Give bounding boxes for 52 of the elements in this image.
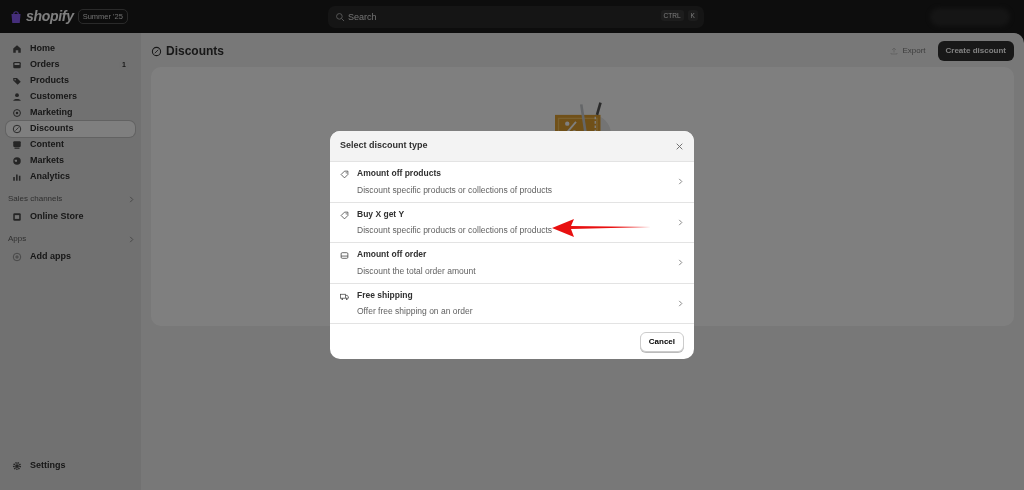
- nav-item[interactable]: Marketing: [6, 105, 135, 121]
- shopping-bag-icon: [10, 9, 22, 24]
- monitor-icon: [12, 140, 22, 150]
- nav-item[interactable]: Add apps: [6, 249, 135, 265]
- option-title: Amount off products: [357, 167, 442, 180]
- tag-icon: [340, 170, 349, 179]
- close-button[interactable]: [675, 141, 684, 151]
- target-icon: [12, 108, 22, 118]
- chevron-right-icon: [677, 299, 684, 307]
- page-title: Discounts: [166, 43, 224, 60]
- tag-icon: [12, 76, 22, 86]
- truck-icon: [340, 291, 349, 301]
- person-icon: [12, 92, 22, 102]
- home-icon: [12, 44, 22, 54]
- chevron-right-icon: [677, 218, 684, 226]
- nav-item[interactable]: Analytics: [6, 169, 135, 185]
- create-button[interactable]: Create discount: [937, 41, 1014, 61]
- chevron-right-icon: [128, 195, 135, 203]
- chevron-right-icon: [677, 178, 684, 186]
- plus-circle-icon: [12, 252, 22, 262]
- inbox-icon: [340, 251, 349, 260]
- option-description: Offer free shipping on an order: [357, 305, 473, 318]
- option-description: Discount the total order amount: [357, 264, 476, 278]
- percent-badge-icon: [151, 45, 162, 57]
- chevron-right-icon: [128, 235, 135, 243]
- nav-item[interactable]: Markets: [6, 153, 135, 169]
- section-heading: Apps: [7, 233, 28, 245]
- search-icon: [334, 11, 345, 22]
- settings-icon: [12, 461, 22, 471]
- option-description: Discount specific products or collections of products: [357, 183, 553, 197]
- brand-name: shopify: [26, 7, 74, 26]
- nav-item[interactable]: Settings: [6, 458, 135, 474]
- nav-item[interactable]: Discounts: [6, 121, 135, 137]
- option-title: Buy X get Y: [357, 207, 405, 221]
- tag-icon: [340, 210, 349, 220]
- nav-item[interactable]: Content: [6, 137, 135, 153]
- chevron-right-icon: [677, 259, 684, 267]
- nav-item[interactable]: Customers: [6, 89, 135, 105]
- close-icon: [675, 141, 684, 151]
- option-title: Amount off order: [357, 248, 427, 261]
- nav-item[interactable]: Products: [6, 73, 135, 89]
- inbox-icon: [12, 60, 22, 70]
- bar-chart-icon: [12, 172, 22, 182]
- option-title: Free shipping: [357, 288, 413, 302]
- option-description: Discount specific products or collections of products: [357, 224, 553, 237]
- modal-title: Select discount type: [340, 139, 428, 153]
- percent-badge-icon: [12, 124, 22, 134]
- globe-icon: [12, 156, 22, 166]
- storefront-icon: [12, 212, 22, 222]
- cancel-button[interactable]: Cancel: [639, 331, 684, 352]
- nav-item[interactable]: Home: [6, 41, 135, 57]
- nav-item[interactable]: Online Store: [6, 209, 135, 225]
